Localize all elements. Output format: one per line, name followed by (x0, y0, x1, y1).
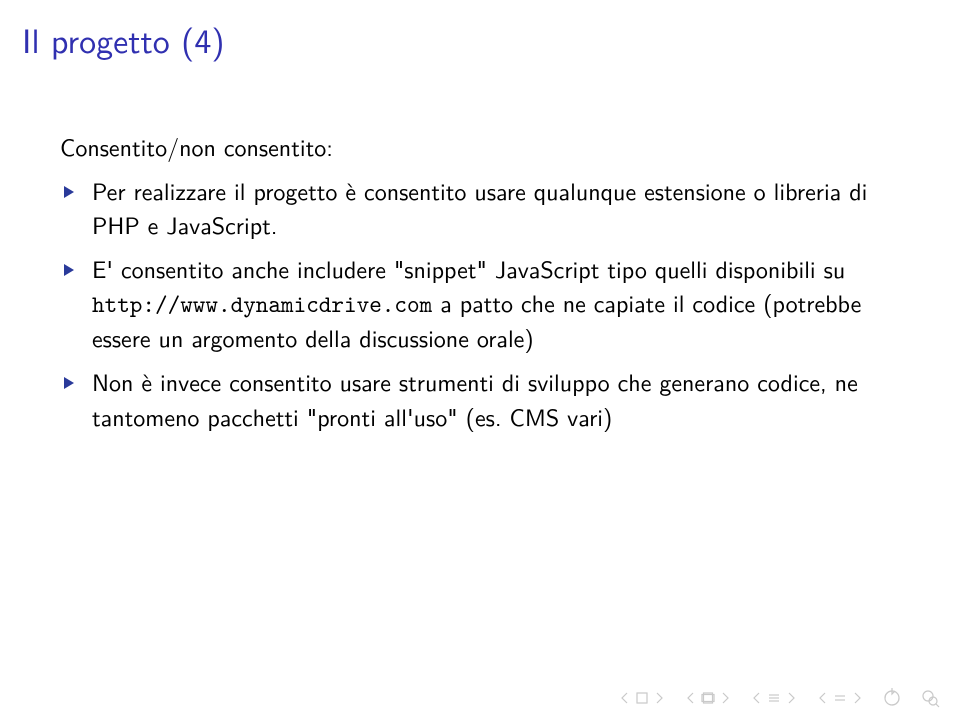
nav-section-prev-next (750, 691, 798, 705)
slide-body: Consentito/non consentito: Per realizzar… (60, 130, 900, 444)
slide-title: Il progetto (4) (22, 14, 225, 64)
nav-prev-section-icon[interactable] (750, 691, 764, 705)
nav-next-subsection-icon[interactable] (850, 691, 864, 705)
nav-next-section-icon[interactable] (784, 691, 798, 705)
nav-subsection-lines-icon[interactable] (833, 691, 847, 705)
intro-text: Consentito/non consentito: (60, 130, 900, 164)
bullet-list: Per realizzare il progetto è consentito … (60, 174, 900, 434)
triangle-bullet-icon (64, 377, 74, 389)
nav-prev-subsection-icon[interactable] (816, 691, 830, 705)
nav-slide-prev-next (618, 691, 666, 705)
slide: Il progetto (4) Consentito/non consentit… (0, 0, 960, 718)
nav-next-slide-icon[interactable] (652, 691, 666, 705)
nav-frame-box-icon[interactable] (701, 691, 715, 705)
item-text-pre: E' consentito anche includere "snippet" … (92, 251, 845, 286)
nav-prev-frame-icon[interactable] (684, 691, 698, 705)
beamer-nav-bar (618, 688, 940, 708)
nav-subsection-prev-next (816, 691, 864, 705)
triangle-bullet-icon (64, 264, 74, 276)
nav-search-icon[interactable] (920, 688, 940, 708)
nav-frame-prev-next (684, 691, 732, 705)
item-text-url: http://www.dynamicdrive.com (92, 288, 432, 320)
list-item: Per realizzare il progetto è consentito … (60, 174, 900, 242)
triangle-bullet-icon (64, 186, 74, 198)
nav-back-forward-icon[interactable] (882, 688, 902, 708)
item-text: Per realizzare il progetto è consentito … (92, 173, 867, 242)
list-item: Non è invece consentito usare strumenti … (60, 365, 900, 433)
item-text: Non è invece consentito usare strumenti … (92, 364, 858, 433)
nav-prev-slide-icon[interactable] (618, 691, 632, 705)
list-item: E' consentito anche includere "snippet" … (60, 252, 900, 355)
nav-next-frame-icon[interactable] (718, 691, 732, 705)
nav-section-lines-icon[interactable] (767, 691, 781, 705)
nav-slide-box-icon[interactable] (635, 691, 649, 705)
